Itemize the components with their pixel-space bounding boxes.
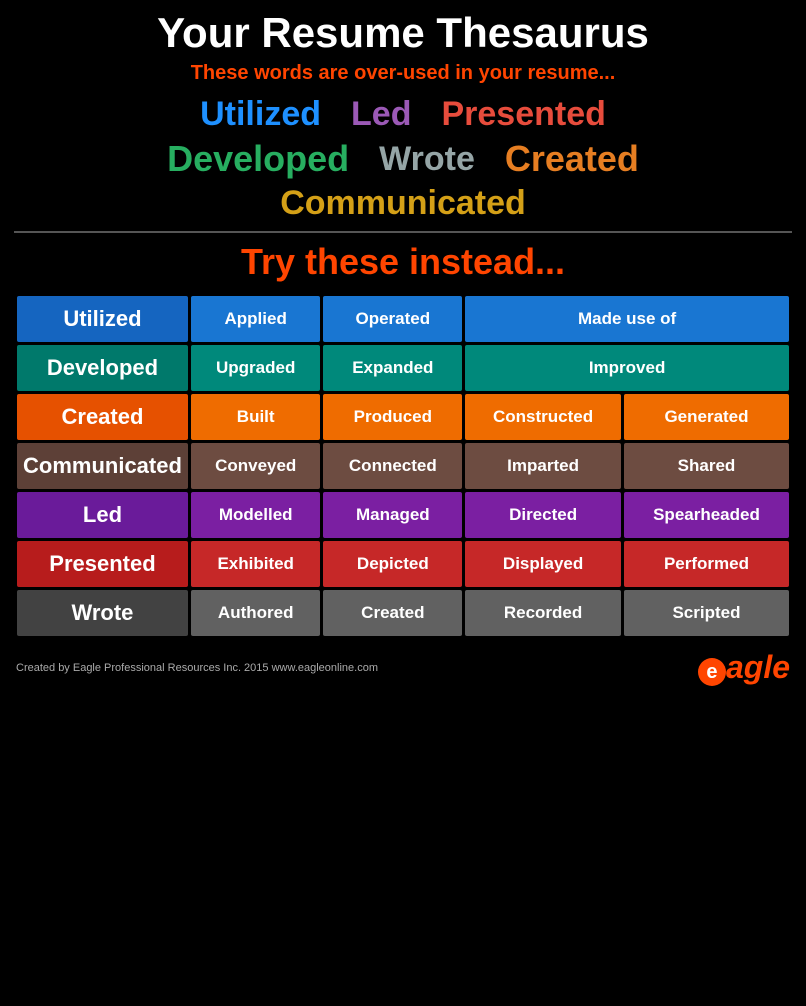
table-row: Created Built Produced Constructed Gener… [17,394,789,440]
page-container: Your Resume Thesaurus These words are ov… [0,0,806,696]
table-row: Utilized Applied Operated Made use of [17,296,789,342]
syn-depicted: Depicted [323,541,462,587]
overused-presented: Presented [441,95,605,134]
syn-applied: Applied [191,296,321,342]
overused-row-2: Developed Wrote Created [14,138,792,180]
table-row: Wrote Authored Created Recorded Scripted [17,590,789,636]
syn-constructed: Constructed [465,394,621,440]
footer: Created by Eagle Professional Resources … [14,645,792,690]
table-row: Developed Upgraded Expanded Improved [17,345,789,391]
syn-modelled: Modelled [191,492,321,538]
label-led: Led [17,492,188,538]
syn-imparted: Imparted [465,443,621,489]
syn-scripted: Scripted [624,590,789,636]
syn-operated: Operated [323,296,462,342]
divider [14,231,792,233]
syn-recorded: Recorded [465,590,621,636]
overused-words-section: Utilized Led Presented Developed Wrote C… [14,95,792,223]
syn-directed: Directed [465,492,621,538]
label-presented: Presented [17,541,188,587]
syn-produced: Produced [323,394,462,440]
overused-row-3: Communicated [14,184,792,223]
syn-made-use-of: Made use of [465,296,789,342]
syn-managed: Managed [323,492,462,538]
footer-credit: Created by Eagle Professional Resources … [16,662,378,674]
overused-row-1: Utilized Led Presented [14,95,792,134]
syn-displayed: Displayed [465,541,621,587]
eagle-text: agle [726,649,790,685]
syn-connected: Connected [323,443,462,489]
overused-communicated: Communicated [280,184,526,223]
syn-upgraded: Upgraded [191,345,321,391]
overused-utilized: Utilized [200,95,321,134]
syn-built: Built [191,394,321,440]
try-instead-label: Try these instead... [14,241,792,283]
table-row: Led Modelled Managed Directed Spearheade… [17,492,789,538]
syn-improved: Improved [465,345,789,391]
syn-created-wrote: Created [323,590,462,636]
syn-conveyed: Conveyed [191,443,321,489]
table-row: Presented Exhibited Depicted Displayed P… [17,541,789,587]
syn-spearheaded: Spearheaded [624,492,789,538]
table-row: Communicated Conveyed Connected Imparted… [17,443,789,489]
eagle-e-icon: e [698,658,726,686]
label-wrote: Wrote [17,590,188,636]
overused-led: Led [351,95,411,134]
label-developed: Developed [17,345,188,391]
label-created: Created [17,394,188,440]
main-title: Your Resume Thesaurus [14,10,792,56]
thesaurus-table: Utilized Applied Operated Made use of De… [14,293,792,639]
syn-shared: Shared [624,443,789,489]
syn-performed: Performed [624,541,789,587]
overused-wrote: Wrote [379,140,475,179]
syn-expanded: Expanded [323,345,462,391]
overused-developed: Developed [167,138,349,180]
syn-authored: Authored [191,590,321,636]
syn-exhibited: Exhibited [191,541,321,587]
label-communicated: Communicated [17,443,188,489]
label-utilized: Utilized [17,296,188,342]
eagle-logo: eagle [698,649,790,686]
overused-created: Created [505,138,639,180]
syn-generated: Generated [624,394,789,440]
subtitle: These words are over-used in your resume… [14,62,792,85]
